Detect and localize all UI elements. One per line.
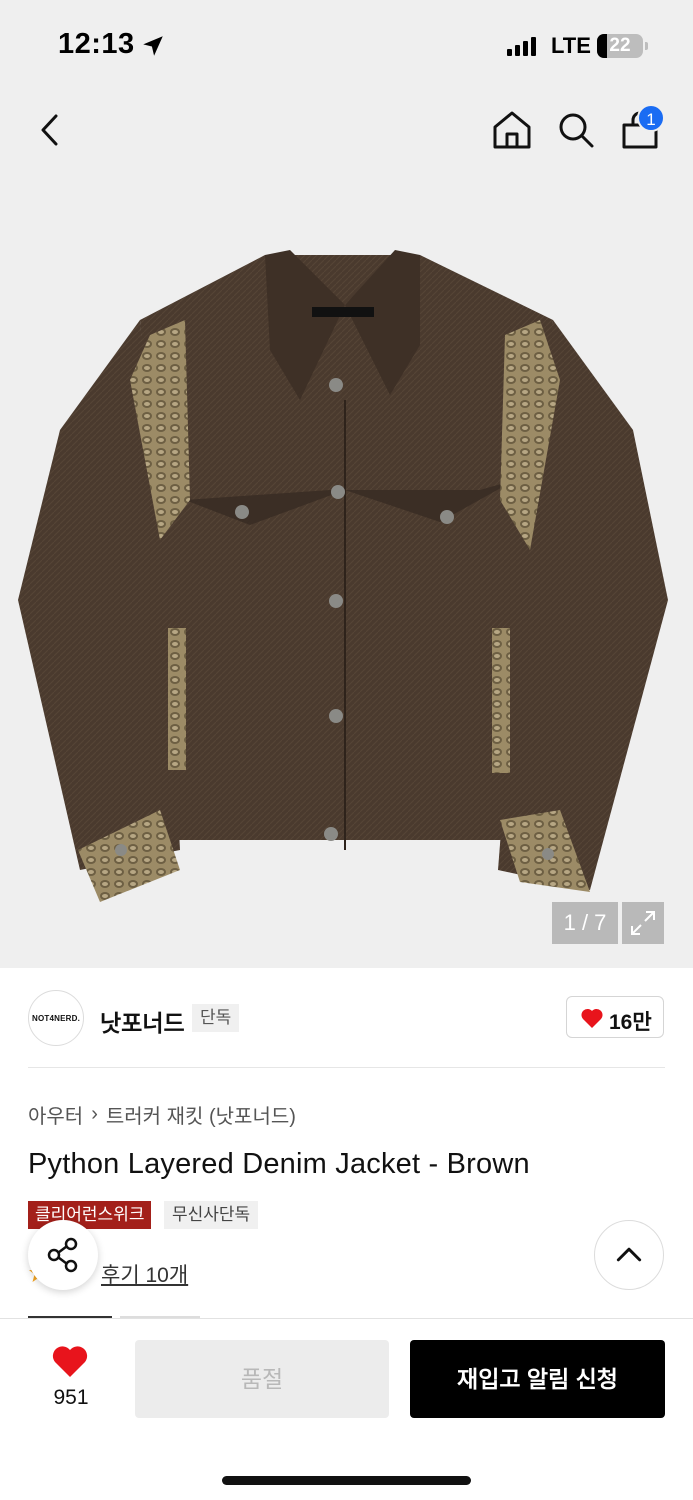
cart-count-badge: 1 xyxy=(637,104,665,132)
network-type: LTE xyxy=(551,33,591,58)
brand-logo[interactable]: NOT4NERD. xyxy=(28,990,84,1046)
signal-icon xyxy=(507,36,537,56)
brand-like-count: 16만 xyxy=(609,1011,652,1034)
chevron-up-icon xyxy=(616,1247,642,1262)
divider xyxy=(28,1067,665,1068)
home-indicator xyxy=(222,1476,471,1485)
share-icon xyxy=(47,1237,78,1273)
brand-name[interactable]: 낫포너드 xyxy=(100,1004,185,1038)
product-image-gallery[interactable]: 12:13 LTE 22 1 1 / 7 xyxy=(0,0,693,968)
status-time: 12:13 xyxy=(58,28,135,60)
review-count-link[interactable]: 후기 10개 xyxy=(101,1259,188,1289)
restock-alert-button[interactable]: 재입고 알림 신청 xyxy=(410,1340,665,1418)
battery-level: 22 xyxy=(609,35,631,56)
search-icon[interactable] xyxy=(554,108,598,152)
breadcrumb-subcategory[interactable]: 트러커 재킷 (낫포너드) xyxy=(106,1100,296,1129)
sold-out-button: 품절 xyxy=(135,1340,389,1418)
location-arrow-icon xyxy=(143,36,163,56)
breadcrumb: 아우터 › 트러커 재킷 (낫포너드) xyxy=(28,1100,296,1129)
musinsa-exclusive-tag: 무신사단독 xyxy=(164,1201,259,1229)
image-page-counter: 1 / 7 xyxy=(552,902,618,944)
product-photo[interactable] xyxy=(0,230,693,910)
share-button[interactable] xyxy=(28,1220,98,1290)
brand-like-button[interactable]: 16만 xyxy=(566,996,664,1038)
expand-icon[interactable] xyxy=(622,902,664,944)
breadcrumb-category[interactable]: 아우터 xyxy=(28,1100,83,1129)
brand-exclusive-tag: 단독 xyxy=(192,1004,240,1032)
wishlist-heart-icon[interactable] xyxy=(51,1344,89,1378)
back-icon[interactable] xyxy=(32,108,72,152)
wishlist-count: 951 xyxy=(53,1386,89,1409)
chevron-right-icon: › xyxy=(91,1103,98,1125)
home-icon[interactable] xyxy=(490,108,534,152)
battery-icon: 22 xyxy=(597,34,648,58)
scroll-to-top-button[interactable] xyxy=(594,1220,664,1290)
heart-icon xyxy=(581,1008,603,1028)
product-title: Python Layered Denim Jacket - Brown xyxy=(28,1148,530,1180)
status-bar: 12:13 LTE 22 xyxy=(0,0,693,92)
